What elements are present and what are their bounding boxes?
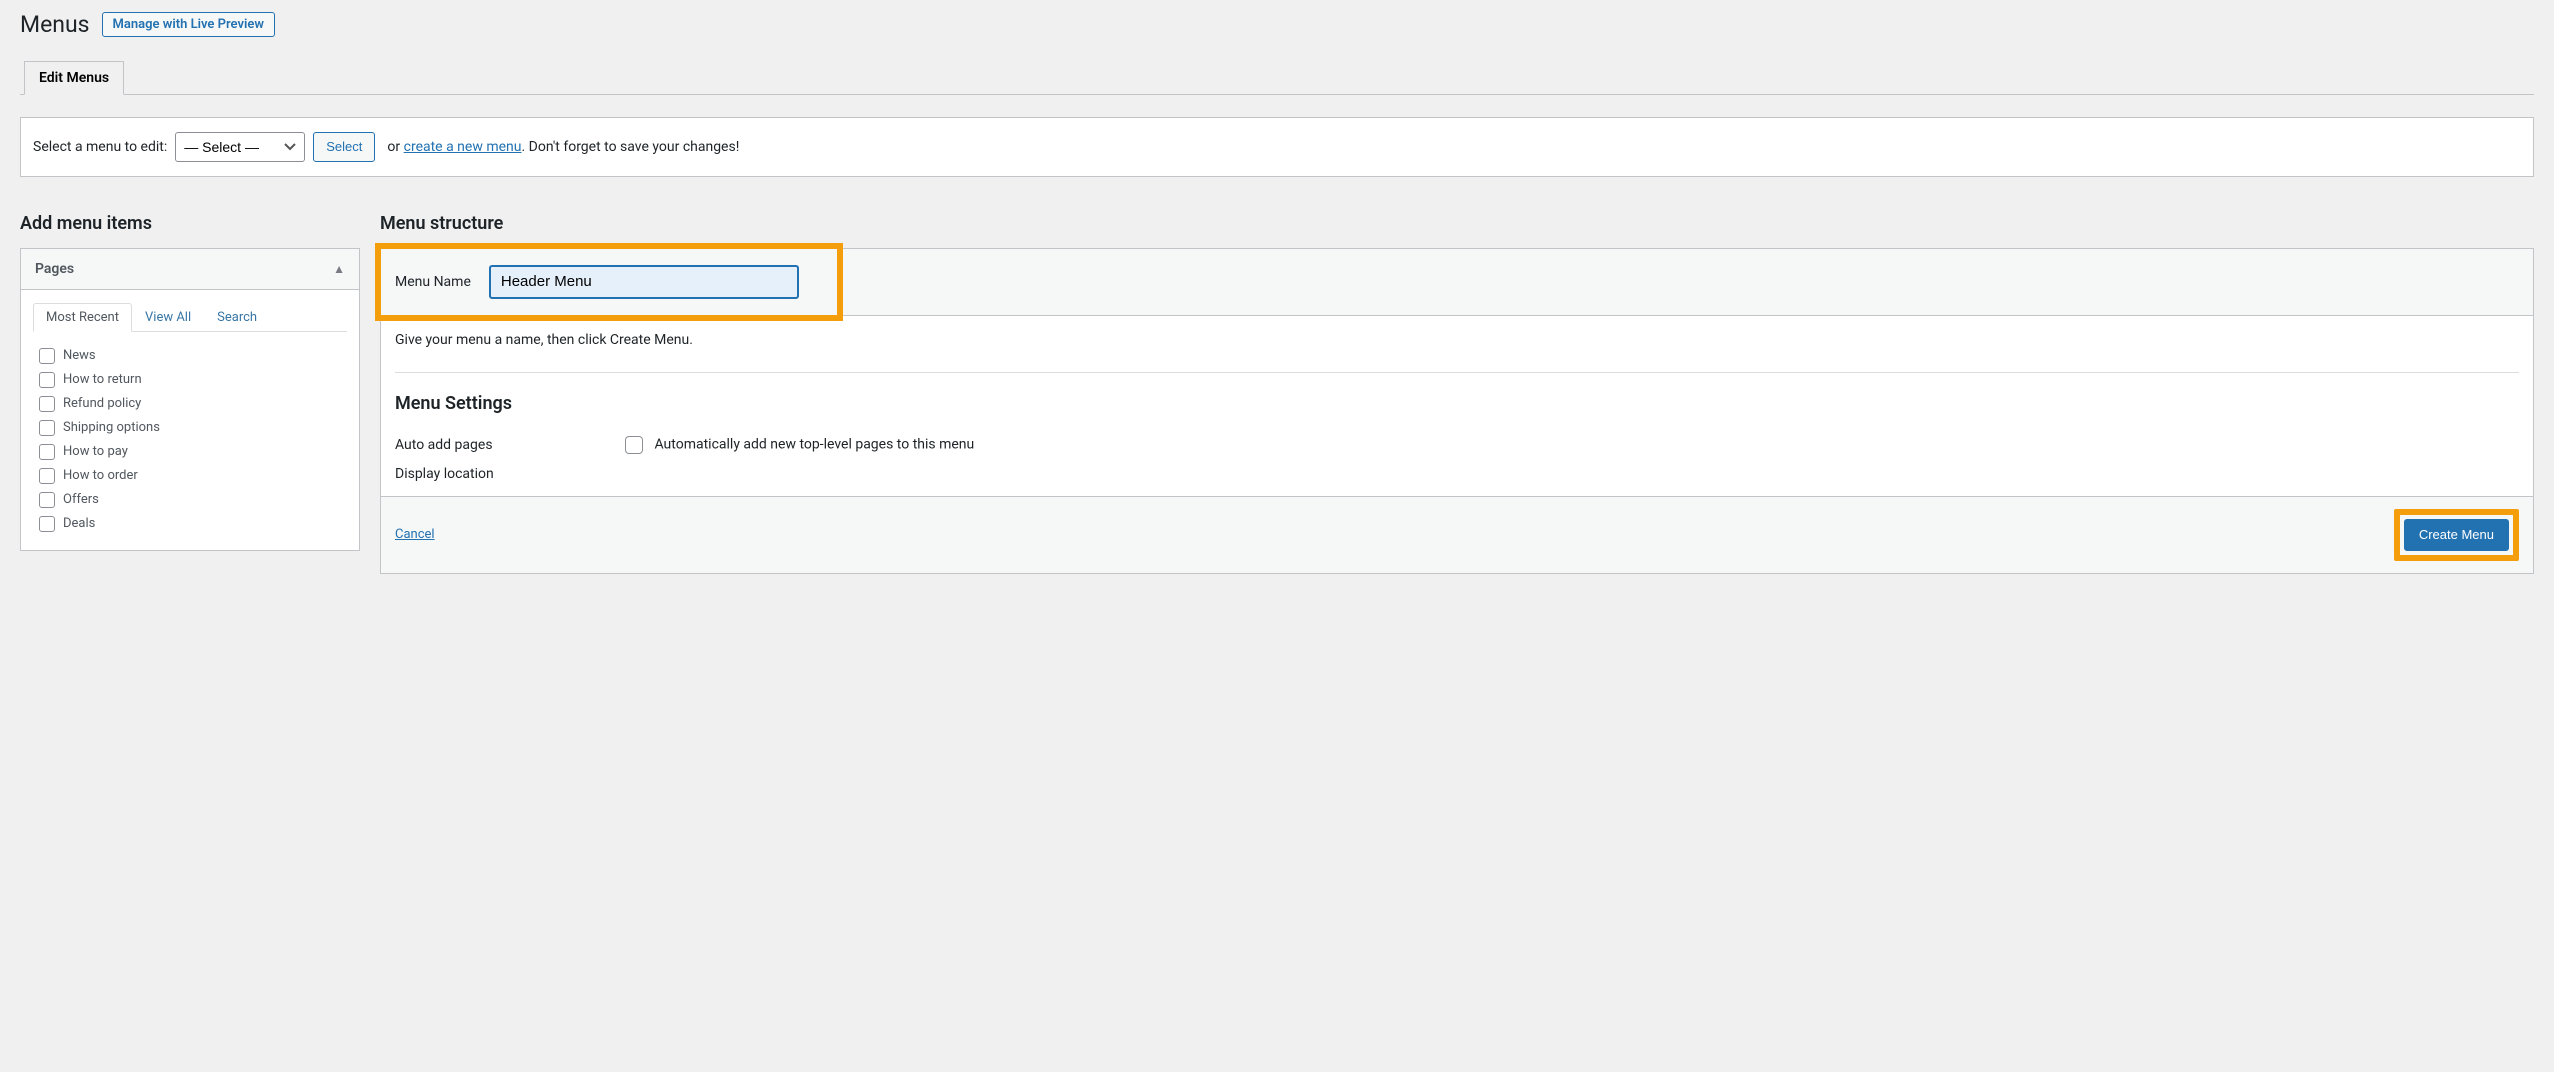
tab-most-recent[interactable]: Most Recent xyxy=(33,303,132,332)
list-item[interactable]: News xyxy=(39,344,341,368)
list-item[interactable]: Refund policy xyxy=(39,392,341,416)
list-item[interactable]: Deals xyxy=(39,512,341,536)
page-checkbox[interactable] xyxy=(39,372,55,388)
auto-add-checkbox-label: Automatically add new top-level pages to… xyxy=(654,437,974,453)
display-location-label: Display location xyxy=(395,466,535,482)
pages-list: News How to return Refund policy Shippin… xyxy=(33,342,347,538)
select-menu-label: Select a menu to edit: xyxy=(33,139,167,155)
auto-add-pages-label: Auto add pages xyxy=(395,437,535,453)
auto-add-checkbox[interactable] xyxy=(625,436,643,454)
select-button[interactable]: Select xyxy=(313,132,375,162)
tab-edit-menus[interactable]: Edit Menus xyxy=(24,61,124,95)
page-checkbox[interactable] xyxy=(39,468,55,484)
create-menu-highlight: Create Menu xyxy=(2394,509,2519,561)
add-menu-items-heading: Add menu items xyxy=(20,213,360,234)
auto-add-checkbox-wrap[interactable]: Automatically add new top-level pages to… xyxy=(625,436,974,454)
list-item[interactable]: Shipping options xyxy=(39,416,341,440)
nav-tab-wrapper: Edit Menus xyxy=(20,60,2534,95)
list-item[interactable]: How to return xyxy=(39,368,341,392)
menu-name-bar: Menu Name xyxy=(381,249,2533,316)
menu-name-input[interactable] xyxy=(489,265,799,299)
tab-search[interactable]: Search xyxy=(204,303,270,332)
menu-name-label: Menu Name xyxy=(395,274,471,290)
pages-metabox-toggle[interactable]: Pages ▲ xyxy=(21,249,359,290)
tab-view-all[interactable]: View All xyxy=(132,303,204,332)
menu-settings-heading: Menu Settings xyxy=(395,393,2519,414)
menu-select-box: Select a menu to edit: — Select — Select… xyxy=(20,117,2534,177)
list-item[interactable]: How to order xyxy=(39,464,341,488)
page-checkbox[interactable] xyxy=(39,516,55,532)
page-checkbox[interactable] xyxy=(39,396,55,412)
list-item[interactable]: Offers xyxy=(39,488,341,512)
triangle-up-icon: ▲ xyxy=(333,262,345,276)
live-preview-button[interactable]: Manage with Live Preview xyxy=(102,12,275,37)
pages-metabox: Pages ▲ Most Recent View All Search News… xyxy=(20,248,360,551)
menu-select-dropdown[interactable]: — Select — xyxy=(175,132,305,162)
page-checkbox[interactable] xyxy=(39,444,55,460)
list-item[interactable]: How to pay xyxy=(39,440,341,464)
pages-metabox-title: Pages xyxy=(35,261,74,277)
page-checkbox[interactable] xyxy=(39,492,55,508)
menu-structure-heading: Menu structure xyxy=(380,213,2534,234)
selector-trailing-text: or create a new menu. Don't forget to sa… xyxy=(387,139,739,155)
menu-structure-frame: Menu Name Give your menu a name, then cl… xyxy=(380,248,2534,574)
page-checkbox[interactable] xyxy=(39,420,55,436)
cancel-link[interactable]: Cancel xyxy=(395,527,435,542)
menu-instruction-text: Give your menu a name, then click Create… xyxy=(395,332,2519,348)
create-new-menu-link[interactable]: create a new menu xyxy=(404,139,522,155)
page-title: Menus xyxy=(20,10,90,40)
page-checkbox[interactable] xyxy=(39,348,55,364)
create-menu-button[interactable]: Create Menu xyxy=(2404,519,2509,551)
